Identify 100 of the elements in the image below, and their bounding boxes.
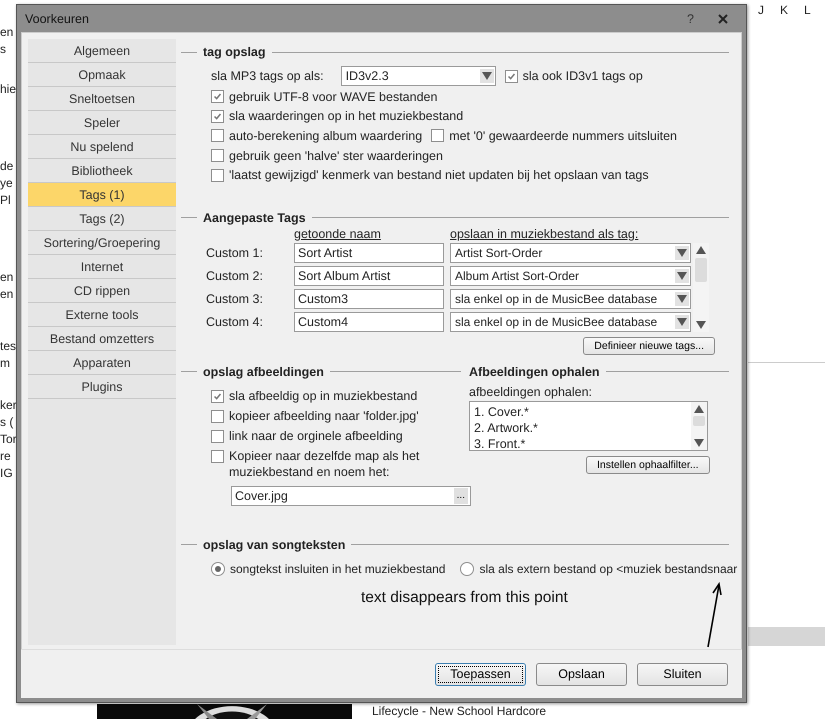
tag-dropdown[interactable]: sla enkel op in de MusicBee database	[450, 312, 691, 332]
checkbox-label: 'laatst gewijzigd' kenmerk van bestand niet updaten bij het opslaan van tags	[229, 168, 649, 182]
sidebar-item[interactable]: Tags (2)	[28, 207, 176, 231]
dropdown-arrow-icon[interactable]	[675, 292, 689, 306]
sidebar-item[interactable]: Externe tools	[28, 303, 176, 327]
list-text: IG	[0, 465, 14, 482]
list-item[interactable]: 1. Cover.*	[474, 404, 691, 420]
dialog-button[interactable]: Sluiten	[637, 662, 728, 686]
sidebar-item[interactable]: Bestand omzetters	[28, 327, 176, 351]
check-icon	[212, 91, 223, 102]
fetch-filter-button[interactable]: Instellen ophaalfilter...	[586, 456, 710, 474]
list-label: afbeeldingen ophalen:	[469, 384, 594, 399]
help-button[interactable]: ?	[687, 12, 694, 26]
field-label: Custom 2:	[206, 268, 264, 283]
sidebar-item[interactable]: Internet	[28, 255, 176, 279]
checkbox-label: kopieer afbeelding naar 'folder.jpg'	[229, 408, 420, 424]
checkbox[interactable]	[211, 129, 224, 142]
checkbox[interactable]	[211, 90, 224, 104]
scroll-bar[interactable]	[691, 402, 707, 450]
tag-dropdown[interactable]: Artist Sort-Order	[450, 242, 691, 263]
name-field[interactable]: Custom4	[294, 312, 444, 332]
dropdown-arrow-icon[interactable]	[675, 314, 689, 329]
list-text: hie	[0, 81, 16, 98]
checkbox[interactable]	[211, 110, 224, 123]
check-icon	[212, 110, 223, 122]
list-text: en	[0, 286, 14, 303]
check-icon	[212, 390, 223, 402]
track-title: Lifecycle - New School Hardcore	[372, 704, 546, 719]
checkbox[interactable]	[211, 450, 224, 463]
dropdown-arrow-icon[interactable]	[675, 268, 689, 283]
checkbox-label: gebruik UTF-8 voor WAVE bestanden	[229, 90, 438, 104]
format-dropdown[interactable]: ID3v2.3	[340, 66, 496, 86]
checkbox[interactable]	[211, 168, 224, 182]
checkbox-label: auto-berekening album waardering	[229, 128, 422, 143]
column-header: opslaan in muziekbestand als tag:	[450, 226, 638, 243]
dropdown-arrow-icon[interactable]	[480, 69, 494, 83]
list-text: tes	[0, 338, 16, 355]
checkbox[interactable]	[211, 430, 224, 443]
window-title: Voorkeuren	[25, 12, 90, 26]
checkbox[interactable]	[431, 129, 444, 142]
sidebar-item[interactable]: CD rippen	[28, 279, 176, 303]
list-text: m	[0, 355, 11, 372]
checkbox-label: sla afbeeldig op in muziekbestand	[229, 388, 418, 404]
checkbox[interactable]	[211, 149, 224, 162]
column-letter: K	[780, 3, 788, 17]
sidebar-item[interactable]: Apparaten	[28, 351, 176, 375]
list-item[interactable]: 3. Front.*	[474, 436, 691, 452]
checkbox-label: Kopieer naar dezelfde map als het muziekbestand en noem het:	[229, 448, 420, 480]
sidebar-item[interactable]: Tags (1)	[28, 183, 176, 207]
checkbox[interactable]	[504, 70, 518, 82]
annotation-text: text disappears from this point	[361, 588, 568, 606]
list-text: ye	[0, 175, 14, 192]
sidebar-item[interactable]: Opmaak	[28, 63, 176, 87]
field-label: sla MP3 tags op als:	[211, 69, 324, 83]
define-tags-button[interactable]: Definieer nieuwe tags...	[583, 336, 715, 355]
column-letter: L	[804, 3, 811, 17]
dropdown-arrow-icon[interactable]	[675, 246, 689, 260]
tag-dropdown[interactable]: Album Artist Sort-Order	[450, 266, 691, 286]
list-text: en	[0, 24, 14, 41]
checkbox-label: sla ook ID3v1 tags op	[522, 69, 643, 83]
checkbox-label: met '0' gewaardeerde nummers uitsluiten	[449, 128, 677, 143]
dialog-button[interactable]: Toepassen	[435, 662, 526, 686]
field-label: Custom 4:	[206, 314, 264, 329]
sidebar-item[interactable]: Sneltoetsen	[28, 87, 176, 111]
section-heading: opslag van songteksten	[203, 538, 346, 552]
name-field[interactable]: Sort Album Artist	[294, 266, 444, 286]
list-text: re	[0, 448, 12, 465]
name-field[interactable]: Sort Artist	[294, 242, 444, 263]
annotation-arrow	[707, 582, 722, 648]
dialog-button[interactable]: Opslaan	[536, 662, 627, 686]
list-text: s	[0, 41, 7, 58]
name-field[interactable]: Custom3	[294, 288, 444, 309]
sidebar-item[interactable]: Speler	[28, 111, 176, 135]
list-text: Pl	[0, 192, 12, 209]
sidebar-item[interactable]: Algemeen	[28, 39, 176, 63]
close-icon[interactable]	[718, 14, 728, 24]
checkbox-label: gebruik geen 'halve' ster waarderingen	[229, 148, 443, 163]
checkbox[interactable]	[211, 390, 224, 403]
filename-field[interactable]: Cover.jpg ...	[231, 486, 471, 506]
list-text: en	[0, 269, 14, 286]
radio-label: songtekst insluiten in het muziekbestand	[230, 562, 446, 576]
checkbox-label: sla waarderingen op in het muziekbestand	[229, 109, 464, 124]
tag-dropdown[interactable]: sla enkel op in de MusicBee database	[450, 288, 691, 309]
list-text: de	[0, 158, 14, 175]
column-header: getoonde naam	[294, 226, 382, 243]
browse-button[interactable]: ...	[454, 488, 468, 504]
field-label: Custom 1:	[206, 246, 264, 260]
radio-button[interactable]	[211, 562, 225, 576]
radio-button[interactable]	[460, 562, 474, 576]
check-icon	[506, 70, 517, 82]
checkbox[interactable]	[211, 410, 224, 423]
sidebar-item[interactable]: Plugins	[28, 375, 176, 399]
sidebar-item[interactable]: Sortering/Groepering	[28, 231, 176, 255]
column-letter: J	[758, 3, 764, 17]
field-label: Custom 3:	[206, 292, 264, 306]
list-item[interactable]: 2. Artwork.*	[474, 420, 691, 436]
section-heading: tag opslag	[203, 45, 266, 59]
list-text: s (	[0, 414, 14, 431]
sidebar-item[interactable]: Nu spelend	[28, 135, 176, 159]
scroll-bar[interactable]	[693, 242, 709, 332]
